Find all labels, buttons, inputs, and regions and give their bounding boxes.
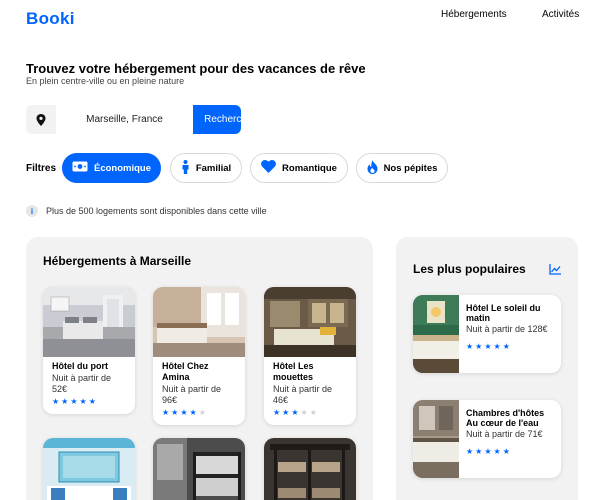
section-title: Hébergements à Marseille [43,254,192,268]
heart-icon [261,160,276,176]
hotel-price: Nuit à partir de 128€ [466,324,548,334]
hotel-card[interactable] [153,438,245,500]
popular-hotel-card[interactable]: Chambres d'hôtes Au cœur de l'eau Nuit à… [413,400,561,478]
star-icon: ★ [502,447,510,456]
star-icon: ★ [282,408,290,417]
rating-stars: ★ ★ ★ ★ ★ [466,343,558,351]
hotel-photo [413,295,459,373]
hotel-card[interactable]: Hôtel Chez Amina Nuit à partir de 96€ ★ … [153,287,245,425]
person-icon [181,159,190,177]
nav-link-hebergements[interactable]: Hébergements [441,9,507,20]
star-icon: ★ [70,397,78,406]
hotel-photo [43,287,135,357]
hotel-price: Nuit à partir de 46€ [273,384,333,405]
hotel-price: Nuit à partir de 52€ [52,373,112,394]
filter-romantique[interactable]: Romantique [250,153,348,183]
hotel-name: Hôtel Le soleil du matin [466,303,541,323]
hotel-name: Hôtel du port [52,361,108,371]
star-icon: ★ [484,447,492,456]
rating-stars: ★ ★ ★ ★ ★ [466,448,558,456]
star-icon: ★ [162,408,170,417]
search-input[interactable] [56,105,193,134]
star-icon: ★ [475,342,483,351]
accommodations-section: Hébergements à Marseille Hôtel du port N… [26,237,373,500]
star-icon: ★ [79,397,87,406]
availability-info: i Plus de 500 logements sont disponibles… [26,205,267,217]
star-icon: ★ [171,408,179,417]
star-icon: ★ [493,447,501,456]
filter-label: Romantique [282,162,337,174]
star-icon: ★ [466,342,474,351]
page-title: Trouvez votre hébergement pour des vacan… [26,61,366,76]
hotel-name: Hôtel Les mouettes [273,361,314,382]
filter-label: Familial [195,162,232,174]
rating-stars: ★ ★ ★ ★ ★ [273,409,347,417]
star-icon: ★ [502,342,510,351]
star-icon: ★ [466,447,474,456]
filters-label: Filtres [26,163,57,174]
hotel-card[interactable]: Hôtel du port Nuit à partir de 52€ ★ ★ ★… [43,287,135,414]
rating-stars: ★ ★ ★ ★ ★ [162,409,236,417]
star-icon: ★ [291,408,299,417]
trend-chart-icon [549,262,561,280]
filter-label: Nos pépites [383,162,438,174]
hotel-card[interactable] [43,438,135,500]
star-icon: ★ [475,447,483,456]
hotel-card[interactable]: Hôtel Les mouettes Nuit à partir de 46€ … [264,287,356,425]
page-subtitle: En plein centre-ville ou en pleine natur… [26,76,185,86]
availability-text: Plus de 500 logements sont disponibles d… [46,206,267,216]
rating-stars: ★ ★ ★ ★ ★ [52,398,126,406]
star-icon: ★ [180,408,188,417]
filter-nos-pepites[interactable]: Nos pépites [356,153,448,183]
filter-familial[interactable]: Familial [170,153,242,183]
hotel-photo [153,438,245,500]
star-icon: ★ [198,408,206,417]
star-icon: ★ [189,408,197,417]
section-title: Les plus populaires [413,262,526,276]
popular-section: Les plus populaires Hôtel Le soleil du m… [396,237,578,500]
booki-logo[interactable]: Booki [26,9,75,29]
hotel-photo [264,287,356,357]
hotel-name: Hôtel Chez Amina [162,361,209,382]
hotel-photo [153,287,245,357]
hotel-photo [413,400,459,478]
hotel-card[interactable] [264,438,356,500]
star-icon: ★ [88,397,96,406]
location-pin-icon [26,105,56,134]
hotel-price: Nuit à partir de 71€ [466,429,543,439]
hotel-photo [264,438,356,500]
popular-hotel-card[interactable]: Hôtel Le soleil du matin Nuit à partir d… [413,295,561,373]
search-button[interactable]: Rechercher [193,105,241,134]
money-icon [72,161,88,175]
hotel-photo [43,438,135,500]
info-icon: i [26,205,38,217]
nav-link-activites[interactable]: Activités [542,9,579,20]
star-icon: ★ [493,342,501,351]
hotel-name: Chambres d'hôtes Au cœur de l'eau [466,408,545,428]
search-bar: Rechercher [26,105,241,134]
star-icon: ★ [309,408,317,417]
star-icon: ★ [61,397,69,406]
fire-icon [367,159,378,177]
filter-label: Économique [93,162,151,174]
star-icon: ★ [300,408,308,417]
star-icon: ★ [273,408,281,417]
filter-economique[interactable]: Économique [62,153,161,183]
hotel-price: Nuit à partir de 96€ [162,384,222,405]
star-icon: ★ [484,342,492,351]
star-icon: ★ [52,397,60,406]
